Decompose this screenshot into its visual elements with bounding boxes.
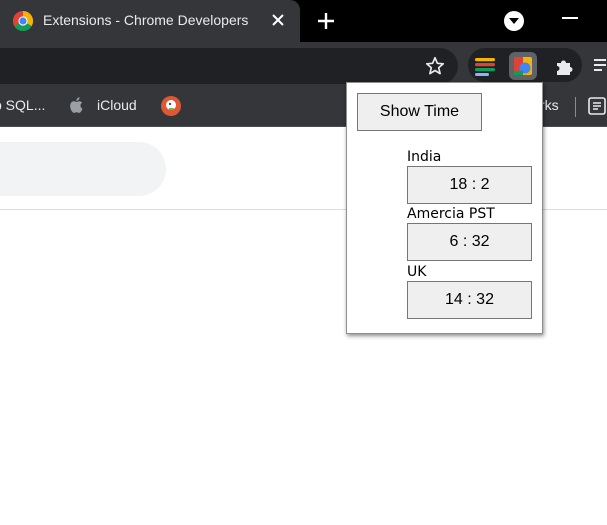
star-outline-icon[interactable] — [424, 55, 446, 77]
time-display-india: 18 : 2 — [407, 166, 532, 204]
zone-label-india: India — [407, 149, 442, 165]
bookmarks-divider — [575, 97, 576, 117]
page-search-box[interactable] — [0, 142, 166, 196]
reading-list-icon[interactable] — [592, 55, 607, 75]
timezone-extension-icon[interactable] — [509, 52, 537, 80]
zone-label-uk: UK — [407, 264, 427, 280]
chevron-down-circle-icon — [504, 11, 524, 31]
browser-tab[interactable]: Extensions - Chrome Developers — [0, 0, 300, 42]
apple-icon — [70, 96, 84, 119]
chrome-logo-icon — [13, 11, 33, 31]
duckduckgo-icon[interactable] — [161, 96, 181, 121]
extension-popup: Show Time India 18 : 2 Amercia PST 6 : 3… — [346, 82, 543, 334]
puzzle-icon[interactable] — [550, 52, 578, 80]
tab-title: Extensions - Chrome Developers — [43, 12, 249, 28]
bookmark-item[interactable]: iCloud — [97, 97, 137, 113]
address-bar[interactable] — [0, 48, 458, 84]
new-tab-button[interactable] — [314, 9, 338, 33]
tab-search-button[interactable] — [503, 10, 525, 32]
close-icon[interactable] — [268, 10, 288, 30]
minimize-icon[interactable] — [562, 17, 578, 19]
extensions-group — [468, 48, 582, 82]
plus-icon — [318, 13, 334, 29]
stack-extension-icon[interactable] — [471, 52, 499, 80]
time-display-uk: 14 : 32 — [407, 281, 532, 319]
time-display-pst: 6 : 32 — [407, 223, 532, 261]
reading-list-icon[interactable] — [588, 97, 606, 120]
show-time-button[interactable]: Show Time — [357, 93, 482, 131]
bookmark-item[interactable]: p SQL... — [0, 97, 45, 113]
toolbar — [0, 42, 607, 87]
tab-strip: Extensions - Chrome Developers — [0, 0, 607, 42]
zone-label-pst: Amercia PST — [407, 206, 495, 222]
